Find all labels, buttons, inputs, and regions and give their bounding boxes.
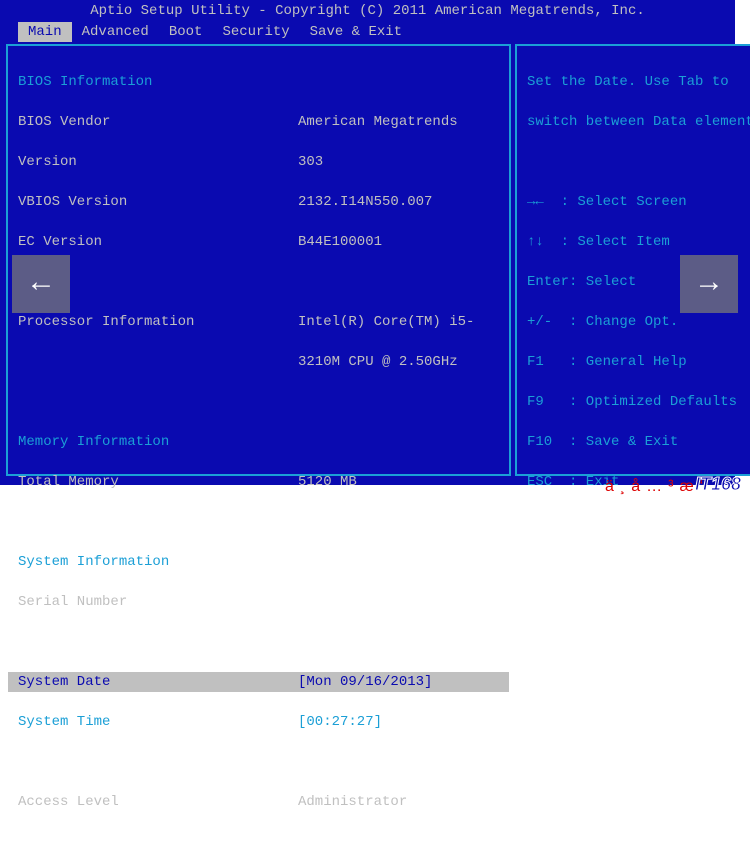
proc-info-value1: Intel(R) Core(TM) i5- [298, 312, 499, 332]
access-label: Access Level [18, 792, 298, 812]
sys-date-label: System Date [18, 672, 298, 692]
bios-info-header: BIOS Information [18, 72, 298, 92]
arrow-left-icon: ← [32, 267, 50, 301]
gallery-next-button[interactable]: → [680, 255, 738, 313]
title-bar: Aptio Setup Utility - Copyright (C) 2011… [0, 0, 735, 22]
watermark-logo: IT168 [695, 474, 741, 495]
gallery-prev-button[interactable]: ← [12, 255, 70, 313]
proc-info-value2: 3210M CPU @ 2.50GHz [298, 352, 499, 372]
proc-info-label: Processor Information [18, 312, 298, 332]
sys-time-value[interactable]: [00:27:27] [298, 712, 499, 732]
left-panel: BIOS Information BIOS VendorAmerican Meg… [6, 44, 511, 476]
bios-vendor-label: BIOS Vendor [18, 112, 298, 132]
vbios-value: 2132.I14N550.007 [298, 192, 499, 212]
context-help-line2: switch between Data elements. [527, 112, 750, 132]
version-label: Version [18, 152, 298, 172]
system-time-row[interactable]: System Time[00:27:27] [18, 712, 499, 732]
vbios-label: VBIOS Version [18, 192, 298, 212]
tab-security[interactable]: Security [212, 22, 299, 42]
tab-advanced[interactable]: Advanced [72, 22, 159, 42]
key-change-opt: +/- : Change Opt. [527, 312, 750, 332]
sys-time-label: System Time [18, 712, 298, 732]
access-value: Administrator [298, 792, 499, 812]
tab-boot[interactable]: Boot [159, 22, 213, 42]
key-optimized-defaults: F9 : Optimized Defaults [527, 392, 750, 412]
mem-info-header: Memory Information [18, 432, 298, 452]
key-general-help: F1 : General Help [527, 352, 750, 372]
version-value: 303 [298, 152, 499, 172]
tab-bar: Main Advanced Boot Security Save & Exit [0, 22, 735, 42]
total-mem-label: Total Memory [18, 472, 298, 492]
key-save-exit: F10 : Save & Exit [527, 432, 750, 452]
key-select-item: ↑↓ : Select Item [527, 232, 750, 252]
ec-value: B44E100001 [298, 232, 499, 252]
bios-screen: Aptio Setup Utility - Copyright (C) 2011… [0, 0, 735, 485]
sys-info-header: System Information [18, 552, 298, 572]
bios-vendor-value: American Megatrends [298, 112, 499, 132]
ec-label: EC Version [18, 232, 298, 252]
key-select-screen: →← : Select Screen [527, 192, 750, 212]
context-help: Set the Date. Use Tab to switch between … [527, 52, 750, 172]
arrow-right-icon: → [700, 267, 718, 301]
sys-date-value[interactable]: [Mon 09/16/2013] [298, 672, 499, 692]
tab-save-exit[interactable]: Save & Exit [300, 22, 412, 42]
system-date-row[interactable]: System Date[Mon 09/16/2013] [8, 672, 509, 692]
total-mem-value: 5120 MB [298, 472, 499, 492]
context-help-line1: Set the Date. Use Tab to [527, 72, 750, 92]
panels: BIOS Information BIOS VendorAmerican Meg… [0, 42, 735, 482]
tab-main[interactable]: Main [18, 22, 72, 42]
watermark-text: ä¸­å…³æ‘ [605, 478, 709, 496]
serial-label: Serial Number [18, 592, 298, 612]
